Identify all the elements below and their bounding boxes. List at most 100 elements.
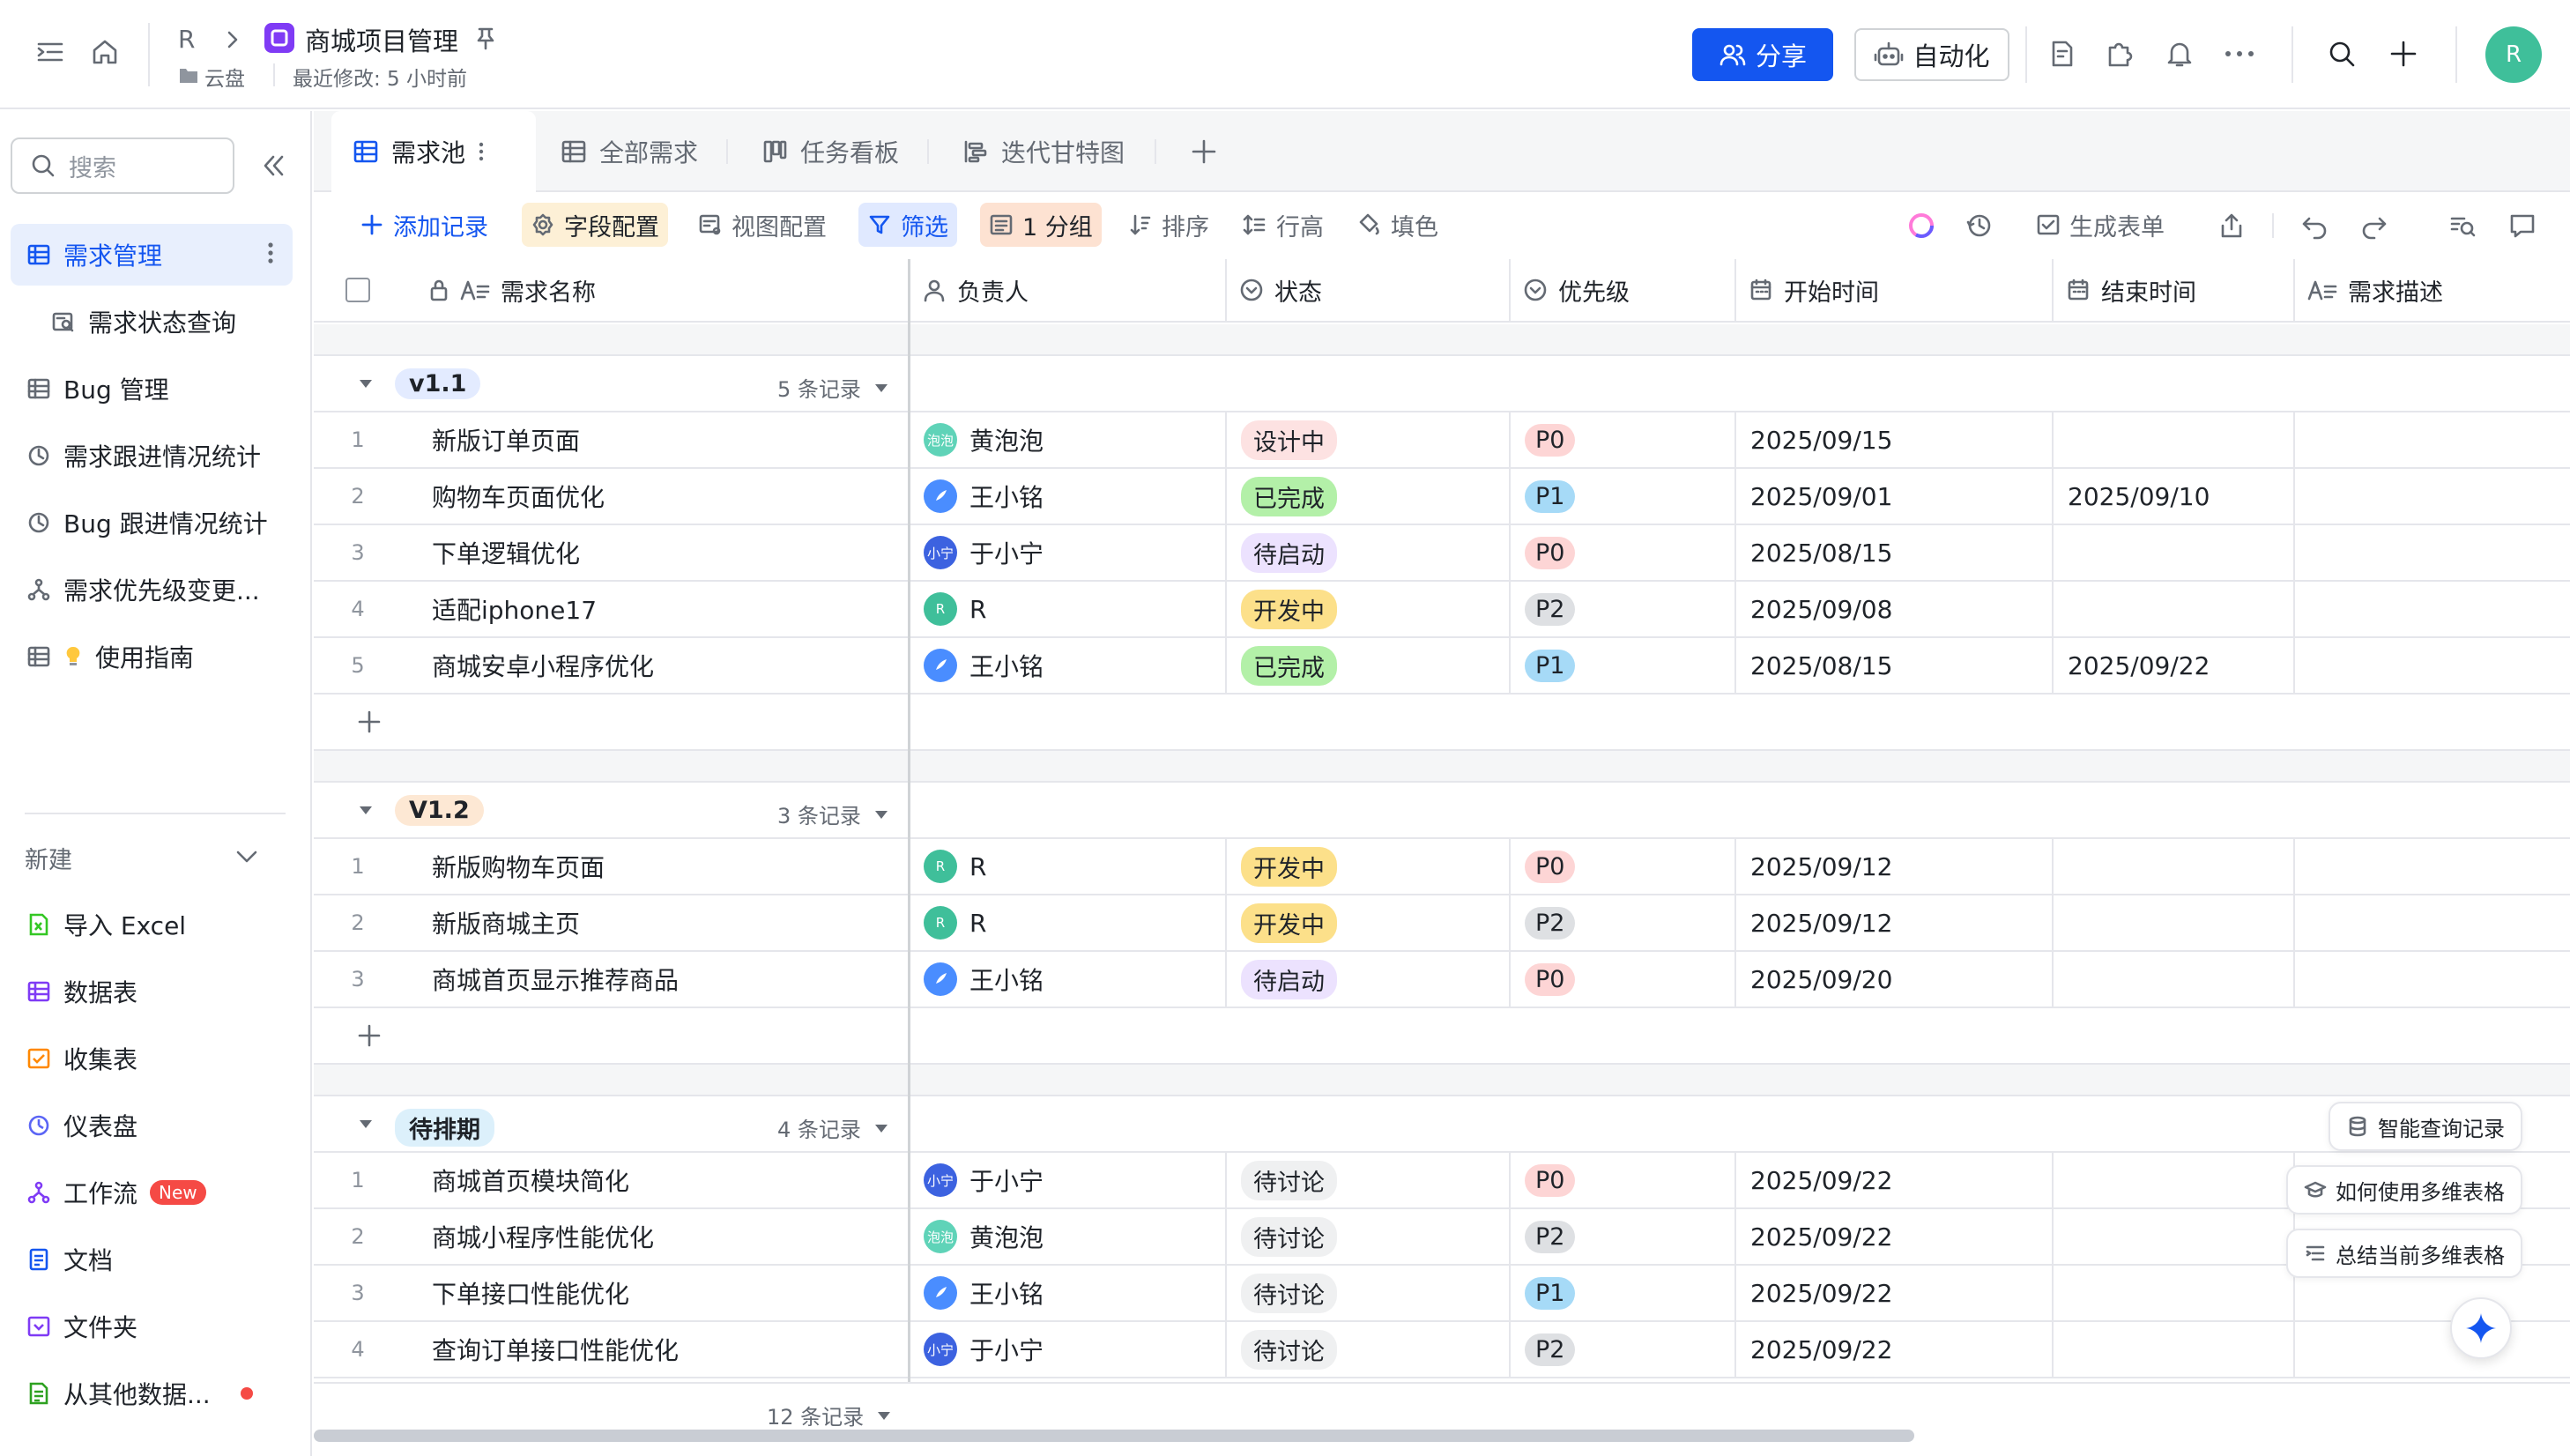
column-header-priority[interactable]: 优先级 [1511,259,1736,323]
column-header-name[interactable]: 需求名称 [402,259,910,323]
select-all-checkbox[interactable] [345,278,370,302]
cell-end-date[interactable] [2054,525,2295,580]
cell-status[interactable]: 待讨论 [1227,1322,1511,1377]
cell-start-date[interactable]: 2025/09/22 [1736,1209,2054,1264]
cell-name[interactable]: 查询订单接口性能优化 [402,1322,910,1377]
ai-assistant-icon[interactable] [1905,210,1937,241]
bell-icon[interactable] [2165,39,2195,69]
add-icon[interactable] [2388,39,2418,69]
cell-status[interactable]: 待讨论 [1227,1266,1511,1320]
new-form[interactable]: 收集表 [11,1028,293,1089]
horizontal-scrollbar[interactable] [314,1430,1914,1442]
collapse-group-icon[interactable] [358,1118,374,1130]
cell-name[interactable]: 商城小程序性能优化 [402,1209,910,1264]
cell-owner[interactable]: 王小铭 [910,469,1227,524]
cell-priority[interactable]: P2 [1511,1209,1736,1264]
automation-button[interactable]: 自动化 [1854,28,2009,81]
column-header-end[interactable]: 结束时间 [2054,259,2295,323]
cell-status[interactable]: 已完成 [1227,469,1511,524]
new-doc[interactable]: 文档 [11,1229,293,1290]
cell-status[interactable]: 开发中 [1227,839,1511,894]
cell-status[interactable]: 已完成 [1227,638,1511,693]
cell-name[interactable]: 适配iphone17 [402,582,910,636]
cell-start-date[interactable]: 2025/09/20 [1736,952,2054,1007]
column-header-start[interactable]: 开始时间 [1736,259,2054,323]
collapse-group-icon[interactable] [358,804,374,816]
cell-description[interactable] [2295,638,2570,693]
cell-status[interactable]: 待启动 [1227,525,1511,580]
new-datasheet[interactable]: 数据表 [11,961,293,1022]
page-title[interactable]: 商城项目管理 [305,21,458,58]
cell-status[interactable]: 待启动 [1227,952,1511,1007]
cell-name[interactable]: 下单接口性能优化 [402,1266,910,1320]
cell-priority[interactable]: P1 [1511,638,1736,693]
table-row[interactable]: 1 新版购物车页面 R R 开发中 P0 2025/09/12 [314,839,2570,895]
cell-priority[interactable]: P2 [1511,1322,1736,1377]
history-icon[interactable] [1965,212,1994,240]
plugin-icon[interactable] [2105,39,2135,69]
table-row[interactable]: 3 下单接口性能优化 王小铭 待讨论 P1 2025/09/22 [314,1266,2570,1322]
group-count[interactable]: 5 条记录 [777,372,889,403]
cell-status[interactable]: 开发中 [1227,582,1511,636]
cell-name[interactable]: 下单逻辑优化 [402,525,910,580]
share-button[interactable]: 分享 [1692,28,1833,81]
cell-end-date[interactable] [2054,895,2295,950]
group-header[interactable]: v1.1 5 条记录 [314,356,2570,412]
redo-icon[interactable] [2360,212,2388,240]
cell-priority[interactable]: P1 [1511,469,1736,524]
collapse-group-icon[interactable] [358,377,374,390]
sidebar-item-bug-management[interactable]: Bug 管理 [11,358,293,420]
cell-description[interactable] [2295,1322,2570,1377]
cell-end-date[interactable] [2054,1322,2295,1377]
cell-priority[interactable]: P2 [1511,582,1736,636]
group-count[interactable]: 4 条记录 [777,1112,889,1143]
form-icon[interactable] [2046,39,2076,69]
cell-end-date[interactable]: 2025/09/22 [2054,638,2295,693]
location-label[interactable]: 云盘 [204,62,245,92]
pin-icon[interactable] [472,25,499,51]
cell-end-date[interactable] [2054,839,2295,894]
sidebar-item-status-query[interactable]: 需求状态查询 [11,291,293,353]
add-row[interactable] [314,695,2570,751]
more-vertical-icon[interactable] [266,240,275,266]
share-export-icon[interactable] [2217,212,2246,240]
cell-start-date[interactable]: 2025/09/12 [1736,839,2054,894]
view-config-button[interactable]: 视图配置 [689,203,836,247]
cell-description[interactable] [2295,412,2570,467]
cell-name[interactable]: 新版购物车页面 [402,839,910,894]
sidebar-item-requirements[interactable]: 需求管理 [11,224,293,286]
new-workflow[interactable]: 工作流 New [11,1162,293,1223]
comment-icon[interactable] [2508,212,2537,240]
cell-end-date[interactable] [2054,952,2295,1007]
table-row[interactable]: 2 商城小程序性能优化 泡泡 黄泡泡 待讨论 P2 2025/09/22 [314,1209,2570,1266]
cell-name[interactable]: 商城安卓小程序优化 [402,638,910,693]
cell-start-date[interactable]: 2025/09/22 [1736,1266,2054,1320]
find-icon[interactable] [2448,212,2477,240]
new-from-other-data[interactable]: 从其他数据... [11,1363,293,1424]
group-button[interactable]: 1 分组 [980,203,1102,247]
table-row[interactable]: 1 商城首页模块简化 小宁 于小宁 待讨论 P0 2025/09/22 [314,1153,2570,1209]
column-header-status[interactable]: 状态 [1227,259,1511,323]
column-header-owner[interactable]: 负责人 [910,259,1227,323]
table-row[interactable]: 3 下单逻辑优化 小宁 于小宁 待启动 P0 2025/08/15 [314,525,2570,582]
field-config-button[interactable]: 字段配置 [522,203,668,247]
cell-priority[interactable]: P0 [1511,839,1736,894]
more-vertical-icon[interactable] [478,140,485,163]
cell-status[interactable]: 设计中 [1227,412,1511,467]
cell-start-date[interactable]: 2025/08/15 [1736,525,2054,580]
add-record-button[interactable]: 添加记录 [351,203,497,247]
cell-priority[interactable]: P1 [1511,1266,1736,1320]
cell-owner[interactable]: 王小铭 [910,952,1227,1007]
column-header-description[interactable]: 需求描述 [2295,259,2570,323]
cell-owner[interactable]: 王小铭 [910,1266,1227,1320]
new-folder[interactable]: 文件夹 [11,1296,293,1357]
cell-priority[interactable]: P2 [1511,895,1736,950]
cell-description[interactable] [2295,952,2570,1007]
cell-name[interactable]: 新版商城主页 [402,895,910,950]
filter-button[interactable]: 筛选 [858,203,957,247]
undo-icon[interactable] [2300,212,2329,240]
cell-owner[interactable]: 王小铭 [910,638,1227,693]
new-dashboard[interactable]: 仪表盘 [11,1095,293,1156]
cell-status[interactable]: 待讨论 [1227,1209,1511,1264]
cell-end-date[interactable] [2054,1153,2295,1207]
